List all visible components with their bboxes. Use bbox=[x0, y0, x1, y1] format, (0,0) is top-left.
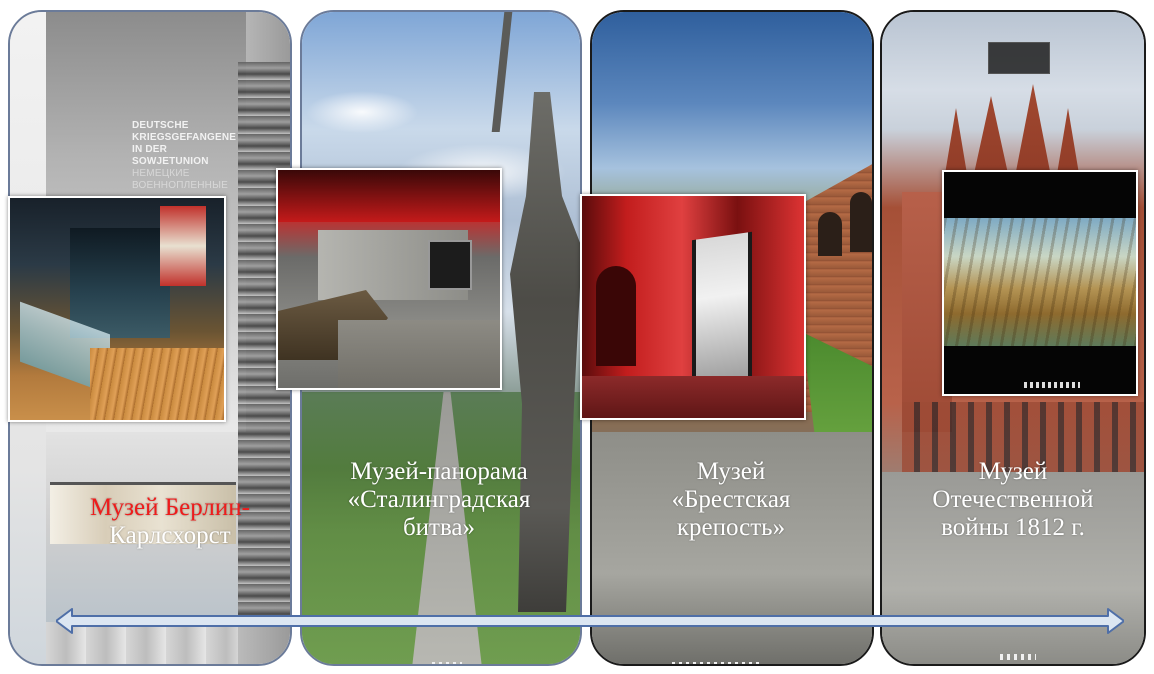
fortress-arch bbox=[818, 212, 842, 256]
caption-line: крепость» bbox=[676, 514, 786, 541]
caption-brest: Музей «Брестская крепость» bbox=[600, 458, 862, 542]
caption-line: Отечественной bbox=[932, 486, 1094, 513]
caption-line: «Брестская bbox=[671, 486, 791, 513]
interior-poster bbox=[160, 206, 206, 286]
caption-1812: Музей Отечественной войны 1812 г. bbox=[882, 458, 1144, 542]
interior-red-ceiling bbox=[278, 170, 500, 222]
caption-stalingrad: Музей-панорама «Сталинградская битва» bbox=[304, 458, 574, 542]
viewer-controls[interactable] bbox=[1000, 654, 1036, 660]
interior-floor bbox=[338, 320, 500, 388]
wall-heading: DEUTSCHE KRIEGSGEFANGENE IN DER SOWJETUN… bbox=[132, 120, 242, 192]
inset-berlin-interior[interactable] bbox=[8, 196, 226, 422]
caption-line: Музей bbox=[696, 458, 766, 485]
double-headed-arrow-icon bbox=[56, 608, 1124, 634]
viewer-controls[interactable] bbox=[1024, 382, 1080, 388]
inset-1812-panorama[interactable] bbox=[942, 170, 1138, 396]
viewer-tooltip bbox=[988, 42, 1050, 74]
timeline-arrow bbox=[56, 608, 1124, 634]
caption-line: битва» bbox=[402, 514, 476, 541]
interior-vitrine bbox=[692, 231, 752, 391]
caption-line: Карлсхорст bbox=[109, 522, 231, 549]
interior-parquet-floor bbox=[90, 348, 224, 420]
fortress-arch bbox=[850, 192, 872, 252]
caption-line: «Сталинградская bbox=[347, 486, 531, 513]
caption-line: Музей Берлин- bbox=[90, 494, 250, 521]
caption-line: Музей-панорама bbox=[350, 458, 528, 485]
caption-line: войны 1812 г. bbox=[941, 514, 1085, 541]
caption-berlin: Музей Берлин- Карлсхорст bbox=[40, 494, 300, 550]
slide: DEUTSCHE KRIEGSGEFANGENE IN DER SOWJETUN… bbox=[0, 0, 1154, 674]
battle-panorama bbox=[944, 218, 1136, 346]
interior-floor bbox=[582, 376, 804, 418]
interior-room bbox=[70, 228, 170, 338]
inset-stalingrad-interior[interactable] bbox=[276, 168, 502, 390]
interior-screen bbox=[428, 240, 472, 290]
interior-arch bbox=[596, 266, 636, 366]
caption-line: Музей bbox=[978, 458, 1048, 485]
viewer-controls[interactable] bbox=[432, 662, 462, 664]
wall-heading-text: DEUTSCHE KRIEGSGEFANGENE IN DER SOWJETUN… bbox=[132, 120, 237, 167]
viewer-controls[interactable] bbox=[672, 662, 762, 664]
inset-brest-interior[interactable] bbox=[580, 194, 806, 420]
wall-heading-subtext: НЕМЕЦКИЕ ВОЕННОПЛЕННЫЕ bbox=[132, 168, 228, 191]
